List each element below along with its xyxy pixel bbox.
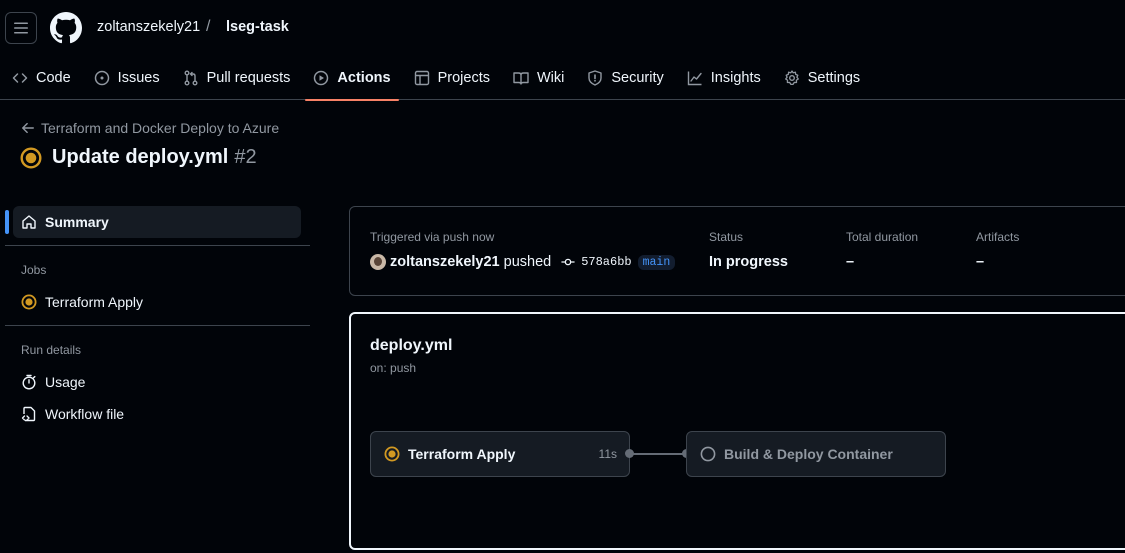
pending-status-icon [700, 446, 716, 462]
job-card-terraform-apply[interactable]: Terraform Apply 11s [370, 431, 630, 477]
job-label: Build & Deploy Container [724, 446, 893, 462]
tab-projects[interactable]: Projects [406, 56, 498, 100]
run-number: #2 [234, 146, 257, 168]
stopwatch-icon [22, 374, 36, 390]
avatar[interactable] [370, 254, 386, 270]
tab-issues[interactable]: Issues [86, 56, 168, 100]
book-icon [513, 72, 529, 85]
tab-security-label: Security [611, 70, 664, 86]
tab-issues-label: Issues [117, 70, 160, 86]
sidebar-jobs-heading: Jobs [21, 263, 47, 277]
tab-wiki-label: Wiki [536, 70, 565, 86]
in-progress-status-icon [20, 146, 42, 169]
tab-actions[interactable]: Actions [305, 56, 399, 101]
sidebar-run-details-heading: Run details [21, 343, 82, 357]
sidebar-item-terraform-apply[interactable]: Terraform Apply [21, 294, 143, 310]
tab-code[interactable]: Code [4, 56, 79, 100]
job-label: Terraform Apply [408, 446, 516, 462]
repo-nav-tabs: Code Issues Pull requests Actions Projec… [0, 56, 875, 101]
file-code-icon [21, 406, 36, 422]
artifacts-label: Artifacts [976, 230, 1020, 244]
trigger-info: zoltanszekely21 pushed 578a6bb main [370, 254, 676, 270]
play-icon [314, 70, 329, 86]
sidebar-summary-label: Summary [45, 214, 109, 230]
tab-projects-label: Projects [437, 70, 490, 86]
duration-value: – [846, 254, 855, 270]
artifacts-value: – [976, 254, 985, 270]
tab-actions-label: Actions [337, 70, 391, 86]
issue-icon [94, 70, 109, 86]
graph-icon [687, 71, 702, 86]
tab-pull-requests-label: Pull requests [206, 70, 291, 86]
arrow-left-icon [22, 122, 34, 134]
workflow-back-link[interactable]: Terraform and Docker Deploy to Azure [21, 120, 279, 136]
job-connector [633, 453, 683, 455]
tab-wiki[interactable]: Wiki [505, 56, 572, 100]
sidebar-item-usage[interactable]: Usage [21, 374, 85, 390]
sidebar-workflow-file-label: Workflow file [45, 406, 125, 422]
sidebar-usage-label: Usage [45, 374, 86, 390]
run-title: Update deploy.yml #2 [20, 146, 257, 169]
breadcrumb-repo[interactable]: lseg-task [226, 19, 289, 35]
tab-pull-requests[interactable]: Pull requests [175, 56, 299, 100]
tab-settings-label: Settings [807, 70, 861, 86]
hamburger-icon [14, 22, 28, 34]
workflow-trigger: on: push [370, 361, 417, 375]
workflow-file-name[interactable]: deploy.yml [370, 337, 452, 355]
branch-badge[interactable]: main [637, 254, 676, 270]
table-icon [414, 70, 429, 86]
breadcrumb-separator: / [206, 18, 211, 35]
run-summary-panel: Triggered via push now zoltanszekely21 p… [349, 206, 1125, 296]
workflow-graph: deploy.yml on: push Terraform Apply 11s … [349, 312, 1125, 550]
pushed-text: pushed [503, 254, 552, 270]
job-duration: 11s [598, 447, 617, 461]
triggered-label: Triggered via push now [370, 230, 495, 244]
breadcrumb-owner[interactable]: zoltanszekely21 [97, 19, 200, 35]
sidebar-item-summary[interactable]: Summary [13, 206, 301, 238]
status-value: In progress [709, 254, 788, 270]
tab-security[interactable]: Security [579, 56, 671, 100]
duration-label: Total duration [846, 230, 919, 244]
in-progress-status-icon [21, 294, 37, 310]
actor-link[interactable]: zoltanszekely21 [390, 254, 500, 270]
top-bar: zoltanszekely21 / lseg-task Code Issues … [0, 0, 1125, 101]
sidebar-item-workflow-file[interactable]: Workflow file [21, 406, 124, 422]
sidebar-divider [5, 245, 310, 246]
sidebar-job-label: Terraform Apply [45, 294, 144, 310]
home-icon [22, 215, 36, 229]
tab-code-label: Code [36, 70, 71, 86]
commit-sha: 578a6bb [581, 255, 632, 269]
active-indicator [5, 210, 9, 234]
github-logo-icon[interactable] [50, 12, 82, 44]
shield-icon [588, 70, 603, 86]
sidebar-divider [5, 325, 310, 326]
tab-insights-label: Insights [710, 70, 761, 86]
run-name: Update deploy.yml [52, 146, 229, 168]
status-label: Status [709, 230, 744, 244]
workflow-name: Terraform and Docker Deploy to Azure [41, 120, 280, 136]
commit-link[interactable]: 578a6bb [561, 255, 632, 269]
code-icon [12, 73, 28, 83]
tab-insights[interactable]: Insights [679, 56, 769, 100]
in-progress-status-icon [384, 446, 400, 462]
tab-settings[interactable]: Settings [776, 56, 868, 100]
job-card-build-deploy-container[interactable]: Build & Deploy Container [686, 431, 946, 477]
menu-button[interactable] [5, 12, 37, 44]
commit-icon [561, 258, 575, 266]
gear-icon [784, 70, 799, 86]
pull-request-icon [184, 70, 198, 86]
